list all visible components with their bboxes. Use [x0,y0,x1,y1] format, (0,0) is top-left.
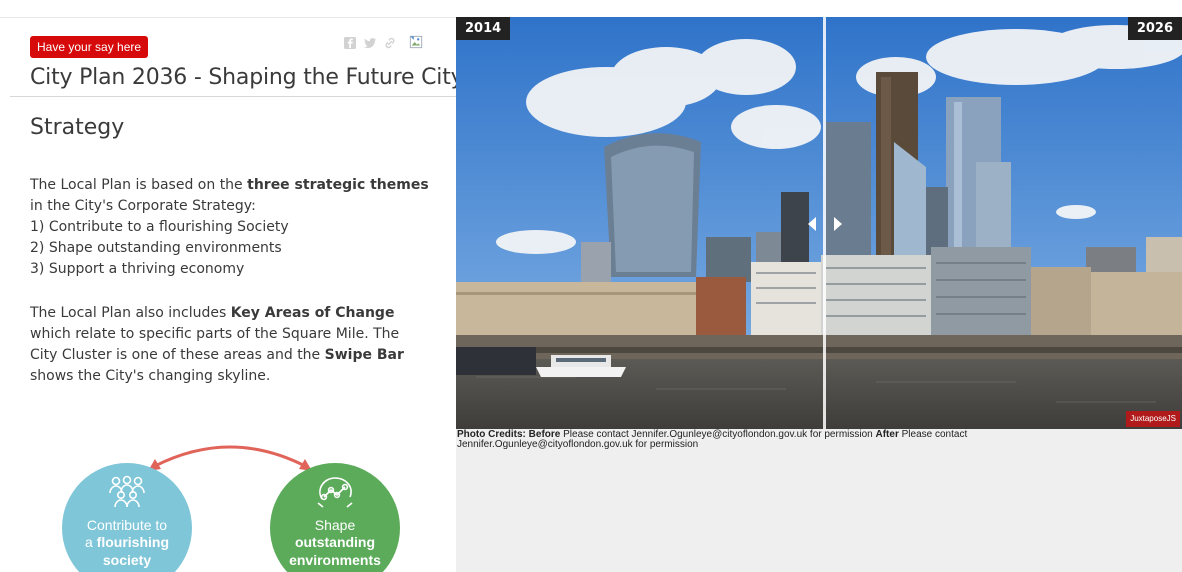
theme-item-3: 3) Support a thriving economy [30,261,245,277]
photo-credits: Photo Credits: Before Please contact Jen… [457,430,1057,450]
top-divider [0,17,456,18]
environments-line3: environments [289,552,381,568]
share-toolbar [343,35,425,51]
society-line2: a flourishing [62,534,192,550]
after-year-label: 2026 [1127,17,1182,40]
environments-line2: outstanding [294,534,376,550]
society-line3: society [102,552,152,568]
society-line2-a: a [84,534,97,550]
broken-image-icon [409,35,425,51]
theme-item-2: 2) Shape outstanding environments [30,240,282,256]
credits-after-label: After [875,429,899,440]
skyline-photo [456,17,1182,429]
swipe-left-arrow-icon[interactable] [808,217,816,231]
strategy-diagram: Contribute to a flourishing society Shap… [60,433,420,572]
have-your-say-button[interactable]: Have your say here [30,36,149,58]
society-line1: Contribute to [86,517,168,533]
skyline-comparison-image[interactable]: 2014 2026 JuxtaposeJS [456,17,1182,429]
para1-after: in the City's Corporate Strategy: [30,198,256,214]
environments-line1: Shape [314,517,356,533]
link-icon[interactable] [383,36,397,50]
before-year-label: 2014 [456,17,511,40]
title-divider [10,96,456,97]
swipe-bar[interactable] [823,17,826,429]
para2-text-1: The Local Plan also includes [30,305,231,321]
para1-bold-themes: three strategic themes [247,177,429,193]
swipe-compare-panel: 2014 2026 JuxtaposeJS Photo Credits: Bef… [456,17,1182,572]
swipe-right-arrow-icon[interactable] [834,217,842,231]
strategy-paragraph: The Local Plan is based on the three str… [30,175,430,280]
para2-text-3: shows the City's changing skyline. [30,368,271,384]
page-title: City Plan 2036 - Shaping the Future City [30,65,456,90]
people-group-icon [109,475,145,508]
facebook-icon[interactable] [343,36,357,50]
twitter-icon[interactable] [363,36,377,50]
juxtapose-credit-badge[interactable]: JuxtaposeJS [1126,411,1180,427]
para2-bold-swipe-bar: Swipe Bar [324,347,404,363]
para2-bold-key-areas: Key Areas of Change [230,305,395,321]
para1-intro: The Local Plan is based on the [30,177,248,193]
network-nodes-icon [317,477,353,508]
section-heading: Strategy [30,115,125,140]
story-panel: Have your say here City Plan 2036 - Shap… [0,17,456,572]
theme-item-1: 1) Contribute to a flourishing Society [30,219,289,235]
society-line2-b: flourishing [96,534,169,550]
key-areas-paragraph: The Local Plan also includes Key Areas o… [30,303,430,387]
